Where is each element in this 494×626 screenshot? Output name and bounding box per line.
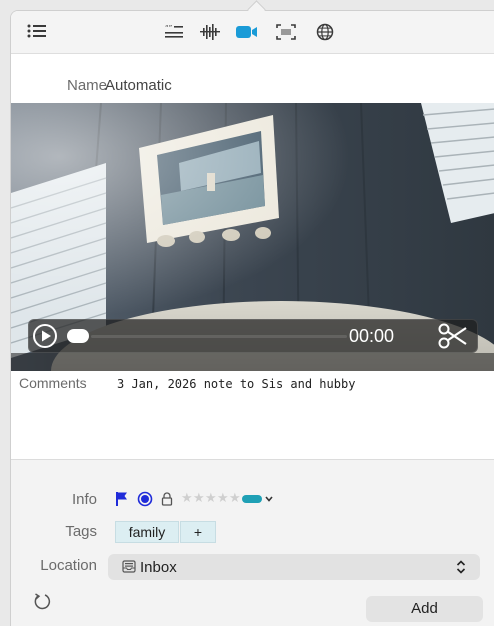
- color-swatch-icon[interactable]: [241, 494, 273, 504]
- lock-icon[interactable]: [160, 491, 174, 507]
- metadata-panel: Info ★ ★ ★ ★ ★ Tags family + Location In…: [11, 459, 494, 626]
- add-tag-button[interactable]: +: [180, 521, 216, 543]
- tags-label: Tags: [65, 523, 97, 540]
- screenshot-icon[interactable]: [275, 23, 297, 41]
- flag-icon[interactable]: [115, 491, 129, 507]
- scrubber-handle[interactable]: [67, 329, 89, 343]
- video-preview[interactable]: 00:00: [11, 103, 494, 371]
- refresh-icon[interactable]: [33, 592, 51, 610]
- inbox-icon: [122, 560, 136, 573]
- audio-waveform-icon[interactable]: [199, 23, 221, 41]
- add-button[interactable]: Add: [366, 596, 483, 622]
- star-icon[interactable]: ★: [193, 490, 205, 506]
- svg-text:“”: “”: [165, 24, 172, 32]
- star-icon[interactable]: ★: [229, 490, 241, 506]
- video-icon[interactable]: [235, 23, 257, 41]
- location-select[interactable]: Inbox: [108, 554, 480, 580]
- name-field[interactable]: Automatic: [105, 77, 172, 94]
- star-icon[interactable]: ★: [181, 490, 193, 506]
- list-icon[interactable]: [27, 23, 49, 41]
- play-icon[interactable]: [33, 324, 57, 348]
- comments-label: Comments: [19, 375, 87, 391]
- star-icon[interactable]: ★: [205, 490, 217, 506]
- add-item-popover: “” Name Automatic 00:00 Comments 3 Jan, …: [10, 10, 494, 626]
- web-icon[interactable]: [315, 23, 337, 41]
- label-dot-icon[interactable]: [137, 491, 153, 507]
- location-value: Inbox: [140, 559, 177, 576]
- tag-chip-family[interactable]: family: [115, 521, 179, 543]
- location-label: Location: [40, 557, 97, 574]
- video-controls: 00:00: [28, 319, 478, 353]
- scrubber-track[interactable]: [91, 335, 347, 338]
- toolbar: “”: [11, 11, 494, 54]
- info-label: Info: [71, 491, 97, 508]
- star-icon[interactable]: ★: [217, 490, 229, 506]
- name-row: Name Automatic: [11, 53, 494, 103]
- markdown-icon[interactable]: “”: [163, 23, 185, 41]
- comments-field[interactable]: 3 Jan, 2026 note to Sis and hubby: [117, 377, 355, 391]
- chevron-up-down-icon: [456, 560, 466, 574]
- scissors-icon[interactable]: [438, 323, 468, 349]
- info-controls: ★ ★ ★ ★ ★: [115, 490, 315, 510]
- name-label: Name: [67, 77, 108, 94]
- time-display: 00:00: [349, 326, 395, 346]
